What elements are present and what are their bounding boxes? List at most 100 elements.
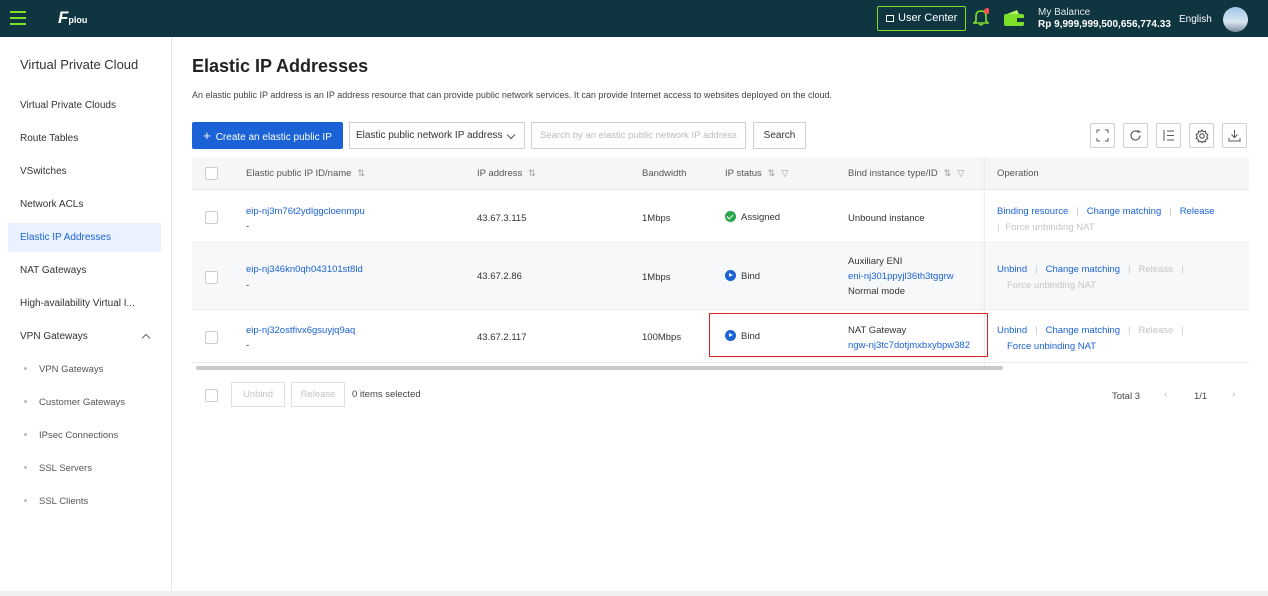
balance[interactable]: My Balance Rp 9,999,999,500,656,774.33 (1038, 7, 1171, 30)
total-count: Total 3 (1112, 391, 1140, 402)
selected-count: 0 items selected (352, 389, 421, 400)
eip-id-link[interactable]: eip-nj3m76t2ydlggcloenmpu (246, 206, 365, 217)
unbind-link[interactable]: Unbind (997, 325, 1027, 336)
batch-release-button[interactable]: Release (291, 382, 345, 407)
change-matching-link[interactable]: Change matching (1087, 206, 1161, 217)
menu-icon[interactable] (10, 11, 26, 25)
sidebar-subitem-ssl-clients[interactable]: SSL Clients (24, 496, 88, 507)
balance-value: Rp 9,999,999,500,656,774.33 (1038, 19, 1171, 30)
binding-resource-link[interactable]: Binding resource (997, 206, 1068, 217)
sidebar-item-network-acls[interactable]: Network ACLs (8, 190, 161, 219)
sidebar-subitem-ipsec-connections[interactable]: IPsec Connections (24, 430, 118, 441)
column-header-status[interactable]: IP status ⇅ ▽ (725, 157, 788, 190)
force-unbinding-nat-link[interactable]: Force unbinding NAT (1007, 280, 1096, 291)
row-checkbox[interactable] (205, 331, 218, 344)
check-circle-icon (725, 211, 736, 222)
filter-icon[interactable]: ▽ (957, 157, 964, 190)
select-all-checkbox[interactable] (205, 167, 218, 180)
create-eip-button[interactable]: + Create an elastic public IP (192, 122, 343, 149)
download-icon[interactable] (1222, 123, 1247, 148)
footer-select-all-checkbox[interactable] (205, 389, 218, 402)
row-checkbox[interactable] (205, 211, 218, 224)
column-header-operation: Operation (997, 168, 1039, 179)
horizontal-scrollbar[interactable] (196, 366, 1003, 370)
bandwidth: 100Mbps (642, 332, 682, 343)
change-matching-link[interactable]: Change matching (1046, 264, 1120, 275)
sidebar: Virtual Private Cloud Virtual Private Cl… (0, 37, 172, 596)
sort-icon[interactable]: ⇅ (528, 157, 536, 190)
sort-icon[interactable]: ⇅ (944, 157, 952, 190)
release-link[interactable]: Release (1180, 206, 1215, 217)
sort-icon[interactable]: ⇅ (768, 157, 776, 190)
release-link[interactable]: Release (1139, 325, 1174, 336)
status-badge: Assigned (725, 211, 780, 223)
filter-select[interactable]: Elastic public network IP address (349, 122, 525, 149)
batch-unbind-button[interactable]: Unbind (231, 382, 285, 407)
logo[interactable]: Fplou (58, 8, 87, 28)
fullscreen-icon[interactable] (1090, 123, 1115, 148)
operations: Binding resource | Change matching | Release (997, 206, 1215, 217)
force-unbinding-nat-link[interactable]: Force unbinding NAT (1005, 222, 1094, 233)
chevron-down-icon (506, 130, 516, 140)
refresh-icon[interactable] (1123, 123, 1148, 148)
operations: Unbind | Change matching | Release | (997, 264, 1184, 275)
ip-address: 43.67.2.86 (477, 271, 522, 282)
filter-icon[interactable]: ▽ (781, 157, 788, 190)
page-indicator: 1/1 (1194, 391, 1208, 402)
release-link[interactable]: Release (1139, 264, 1174, 275)
table-header: Elastic public IP ID/name ⇅ IP address ⇅ B… (192, 157, 1249, 190)
sidebar-title: Virtual Private Cloud (20, 57, 139, 72)
page-title: Elastic IP Addresses (192, 56, 369, 76)
search-input[interactable]: Search by an elastic public network IP a… (531, 122, 746, 149)
bottom-border (0, 591, 1268, 596)
ip-address: 43.67.3.115 (477, 213, 527, 224)
avatar[interactable] (1223, 7, 1248, 32)
row-checkbox[interactable] (205, 271, 218, 284)
sort-icon[interactable]: ⇅ (357, 157, 365, 190)
highlight-box (709, 313, 988, 357)
column-settings-icon[interactable] (1156, 123, 1181, 148)
bind-instance-type: Auxiliary ENI (848, 256, 903, 267)
play-circle-icon (725, 270, 736, 281)
search-button[interactable]: Search (753, 122, 806, 149)
table-row: eip-nj3m76t2ydlggcloenmpu - 43.67.3.115 … (192, 191, 1249, 243)
user-center-button[interactable]: User Center (877, 6, 967, 31)
sidebar-item-elastic-ip-addresses[interactable]: Elastic IP Addresses (8, 223, 161, 252)
sidebar-item-route-tables[interactable]: Route Tables (8, 124, 161, 153)
language-switch[interactable]: English (1179, 14, 1212, 25)
monitor-icon (886, 15, 894, 22)
sidebar-subitem-ssl-servers[interactable]: SSL Servers (24, 463, 92, 474)
sidebar-item-virtual-private-clouds[interactable]: Virtual Private Clouds (8, 91, 161, 120)
sidebar-item-vswitches[interactable]: VSwitches (8, 157, 161, 186)
chevron-left-icon[interactable]: ‹ (1164, 389, 1167, 400)
unbind-link[interactable]: Unbind (997, 264, 1027, 275)
sidebar-subitem-vpn-gateways[interactable]: VPN Gateways (24, 364, 103, 375)
sidebar-item-vpn-gateways-group[interactable]: VPN Gateways (8, 322, 161, 351)
status-badge: Bind (725, 270, 760, 282)
eip-id-link[interactable]: eip-nj346kn0qh043101st8ld (246, 264, 363, 275)
sidebar-item-high-availability[interactable]: High-availability Virtual I... (8, 289, 161, 318)
ip-address: 43.67.2.117 (477, 332, 527, 343)
column-header-id[interactable]: Elastic public IP ID/name ⇅ (246, 157, 365, 190)
sidebar-item-nat-gateways[interactable]: NAT Gateways (8, 256, 161, 285)
force-unbinding-nat-link[interactable]: Force unbinding NAT (1007, 341, 1096, 352)
gear-icon[interactable] (1189, 123, 1214, 148)
column-header-bind[interactable]: Bind instance type/ID ⇅ ▽ (848, 157, 964, 190)
column-header-ip[interactable]: IP address ⇅ (477, 157, 536, 190)
bandwidth: 1Mbps (642, 272, 671, 283)
plus-icon: + (203, 128, 211, 143)
eip-name: - (246, 340, 250, 351)
sidebar-subitem-customer-gateways[interactable]: Customer Gateways (24, 397, 125, 408)
bind-instance-type: Unbound instance (848, 213, 925, 224)
bell-icon[interactable] (973, 8, 989, 26)
balance-label: My Balance (1038, 7, 1091, 18)
eip-id-link[interactable]: eip-nj32ostfivx6gsuyjq9aq (246, 325, 355, 336)
chevron-right-icon[interactable]: › (1232, 389, 1235, 400)
change-matching-link[interactable]: Change matching (1046, 325, 1120, 336)
bind-instance-id-link[interactable]: eni-nj301ppyjl36th3tggrw (848, 271, 954, 282)
bind-mode: Normal mode (848, 286, 906, 297)
table-row: eip-nj346kn0qh043101st8ld - 43.67.2.86 1… (192, 244, 1249, 310)
wallet-icon[interactable] (1003, 10, 1025, 27)
bandwidth: 1Mbps (642, 213, 671, 224)
eip-name: - (246, 221, 250, 232)
